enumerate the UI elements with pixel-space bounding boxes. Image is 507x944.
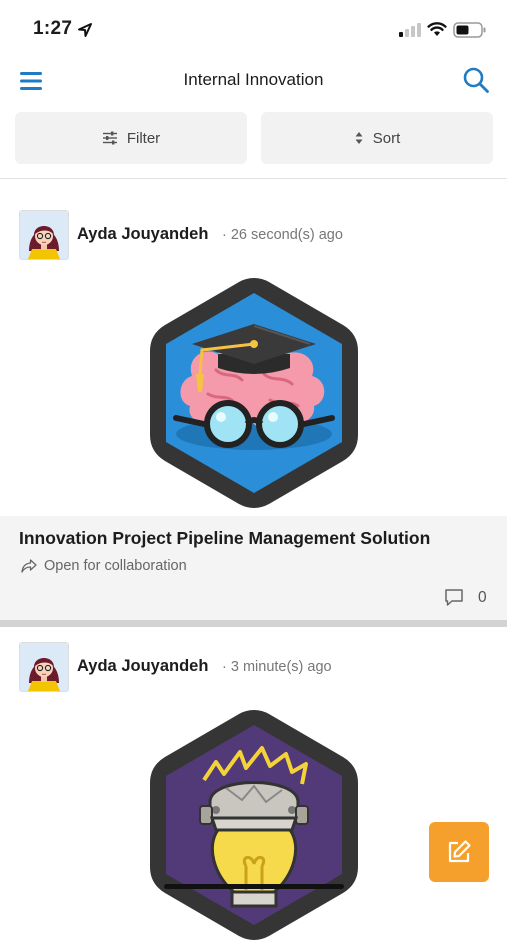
- filter-label: Filter: [126, 129, 161, 147]
- brain-graduation-cap-icon[interactable]: [146, 274, 362, 512]
- avatar-image: [20, 211, 68, 259]
- wifi-icon: [427, 22, 447, 36]
- comments-button[interactable]: 0: [444, 588, 487, 607]
- app-header: Internal Innovation: [0, 56, 507, 106]
- avatar-image: [20, 643, 68, 691]
- collaboration-label: Open for collaboration: [44, 558, 187, 574]
- page-title: Internal Innovation: [183, 70, 324, 89]
- author-name[interactable]: Ayda Jouyandeh: [77, 225, 208, 244]
- status-time: 1:27: [33, 18, 73, 39]
- location-arrow-icon: [78, 23, 92, 37]
- author-name[interactable]: Ayda Jouyandeh: [77, 657, 208, 676]
- comment-bubble-icon: [445, 589, 463, 606]
- toolbar-divider: [0, 178, 507, 179]
- collaboration-status: Open for collaboration: [21, 558, 187, 574]
- battery-icon: [453, 22, 486, 38]
- share-arrow-icon: [21, 559, 37, 573]
- toolbar: Filter Sort: [0, 112, 507, 166]
- home-indicator[interactable]: [164, 884, 344, 889]
- post-footer: Innovation Project Pipeline Management S…: [0, 516, 507, 620]
- search-icon: [463, 67, 489, 93]
- filter-button[interactable]: Filter: [15, 112, 247, 164]
- search-button[interactable]: [462, 66, 490, 94]
- status-bar: 1:27: [0, 0, 507, 56]
- compose-icon: [448, 840, 471, 863]
- compose-button[interactable]: [429, 822, 489, 882]
- cellular-signal-icon: [399, 23, 421, 37]
- post-card[interactable]: Ayda Jouyandeh · 26 second(s) ago Innova…: [0, 196, 507, 620]
- sort-icon: [355, 132, 363, 144]
- sort-button[interactable]: Sort: [261, 112, 493, 164]
- post-title[interactable]: Innovation Project Pipeline Management S…: [19, 528, 430, 549]
- comment-count: 0: [478, 588, 487, 606]
- post-timestamp: · 3 minute(s) ago: [222, 659, 332, 675]
- avatar[interactable]: [19, 210, 69, 260]
- lightbulb-robot-icon[interactable]: [146, 706, 362, 944]
- post-timestamp: · 26 second(s) ago: [222, 227, 343, 243]
- sort-label: Sort: [372, 129, 401, 147]
- post-separator: [0, 620, 507, 627]
- filter-sliders-icon: [102, 131, 117, 145]
- avatar[interactable]: [19, 642, 69, 692]
